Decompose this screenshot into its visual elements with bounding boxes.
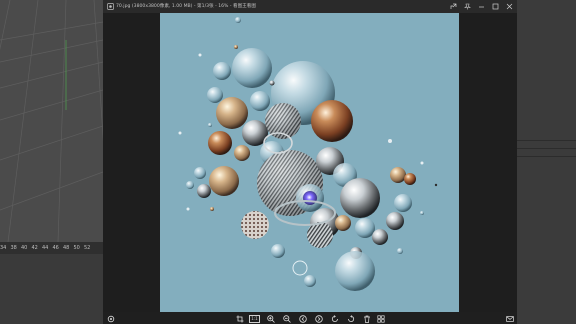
image-canvas[interactable] <box>160 13 459 312</box>
zoom-out-icon[interactable] <box>282 314 291 323</box>
crop-icon[interactable] <box>235 314 244 323</box>
grid-icon[interactable] <box>376 314 385 323</box>
ruler-number: 42 <box>31 245 38 251</box>
window-title: 70.jpg (3800x3800像素, 1.00 MB) - 第1/3张 - … <box>116 4 256 9</box>
ruler-number: 44 <box>42 245 49 251</box>
close-icon[interactable] <box>505 3 513 11</box>
previous-icon[interactable] <box>298 314 307 323</box>
mail-icon[interactable] <box>505 314 514 323</box>
ruler-number: 34 <box>0 245 7 251</box>
timeline-ruler[interactable]: 34 38 40 42 44 46 48 50 52 <box>0 242 103 254</box>
next-icon[interactable] <box>314 314 323 323</box>
settings-icon[interactable] <box>106 314 115 323</box>
pin-icon[interactable] <box>463 3 471 11</box>
ruler-number: 46 <box>52 245 59 251</box>
maximize-icon[interactable] <box>491 3 499 11</box>
actual-size-button[interactable]: 1:1 <box>249 314 260 323</box>
ruler-number: 38 <box>10 245 17 251</box>
ruler-number: 40 <box>21 245 28 251</box>
actual-size-label: 1:1 <box>249 314 260 323</box>
share-icon[interactable] <box>449 3 457 11</box>
attributes-panel <box>517 0 576 324</box>
title-bar[interactable]: 70.jpg (3800x3800像素, 1.00 MB) - 第1/3张 - … <box>103 0 517 13</box>
spheres-cluster <box>178 17 438 291</box>
image-viewer-window[interactable]: 70.jpg (3800x3800像素, 1.00 MB) - 第1/3张 - … <box>103 0 517 324</box>
ruler-number: 52 <box>84 245 91 251</box>
ruler-number: 48 <box>63 245 70 251</box>
spheres-render-image <box>178 17 438 291</box>
viewer-toolbar: 1:1 <box>103 312 517 324</box>
rotate-right-icon[interactable] <box>346 314 355 323</box>
minimize-icon[interactable] <box>477 3 485 11</box>
zoom-in-icon[interactable] <box>266 314 275 323</box>
rotate-left-icon[interactable] <box>330 314 339 323</box>
image-file-icon <box>107 3 114 10</box>
window-controls <box>449 0 513 13</box>
background-panel <box>0 254 103 324</box>
delete-icon[interactable] <box>362 314 371 323</box>
ruler-number: 50 <box>73 245 80 251</box>
